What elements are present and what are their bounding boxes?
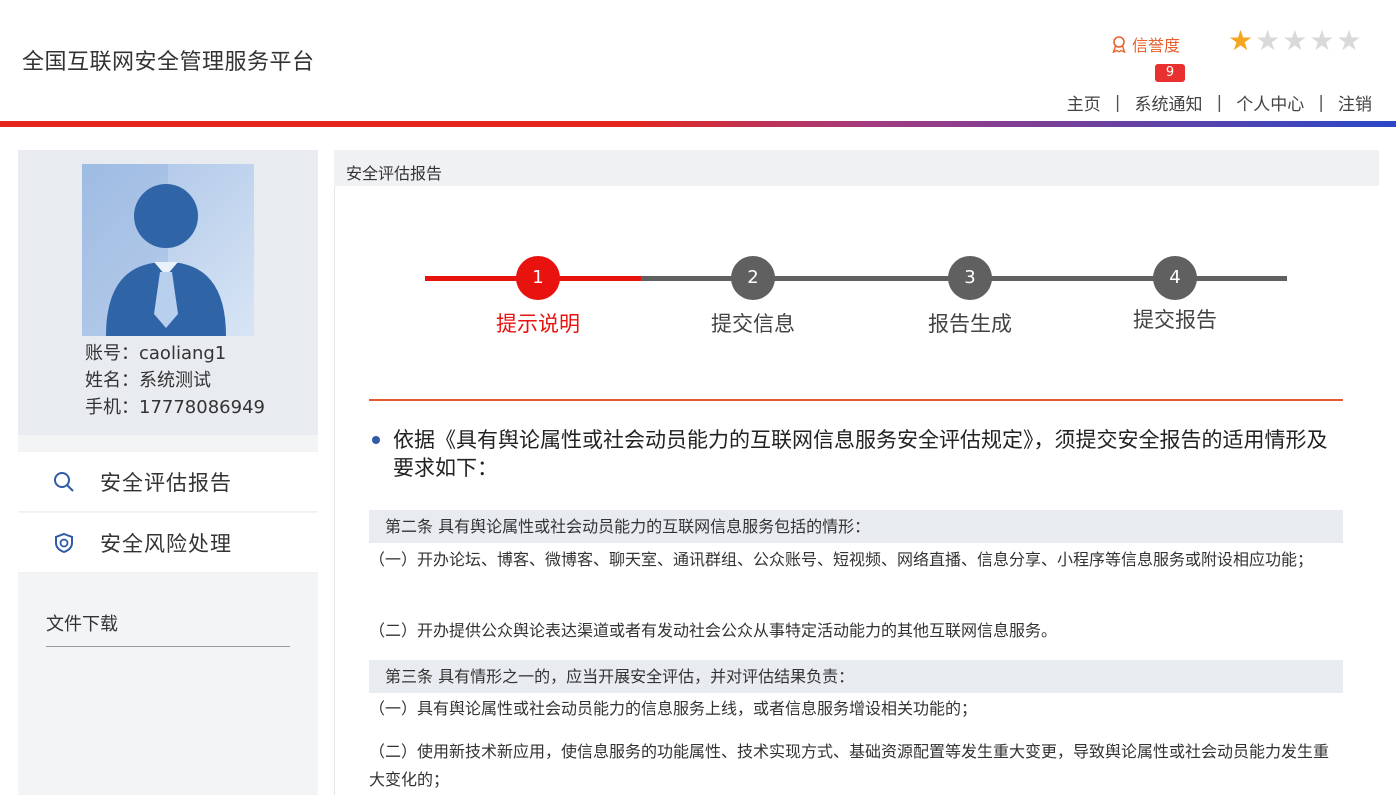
account-text: 账号：caoliang1 (85, 343, 227, 364)
bullet-icon (372, 436, 380, 444)
notification-badge: 9 (1155, 64, 1185, 82)
nav-logout-link[interactable]: 注销 (1338, 90, 1372, 115)
header-gradient-bar (0, 121, 1396, 127)
credit-label: 信誉度 (1132, 36, 1181, 55)
nav-separator: | (1216, 92, 1223, 113)
star-icon: ★ (1336, 24, 1362, 57)
assessment-panel: 1 提示说明 2 提交信息 3 报告生成 4 提交报告 依据《具有舆论属性或社会… (334, 186, 1379, 795)
step-3: 3 报告生成 (910, 256, 1030, 338)
article-2-heading: 第二条 具有舆论属性或社会动员能力的互联网信息服务包括的情形： (369, 510, 1343, 543)
article-2-para-2: （二）开办提供公众舆论表达渠道或者有发动社会公众从事特定活动能力的其他互联网信息… (369, 621, 1058, 640)
article-3-heading: 第三条 具有情形之一的，应当开展安全评估，并对评估结果负责： (369, 660, 1343, 693)
site-title: 全国互联网安全管理服务平台 (22, 50, 315, 75)
sidebar-item-risk-handling[interactable]: 安全风险处理 (18, 513, 318, 573)
article-3-para-1: （一）具有舆论属性或社会动员能力的信息服务上线，或者信息服务增设相关功能的； (369, 699, 978, 718)
award-ribbon-icon (1110, 35, 1128, 54)
star-icon: ★ (1282, 24, 1308, 57)
section-divider (369, 399, 1343, 401)
phone-text: 手机：17778086949 (85, 397, 265, 418)
star-icon: ★ (1309, 24, 1335, 57)
header: 全国互联网安全管理服务平台 信誉度 ★ ★ ★ ★ ★ 9 主页 | 系统通知 | 个人… (0, 0, 1396, 122)
star-icon: ★ (1228, 24, 1254, 57)
panel-title: 安全评估报告 (346, 164, 443, 183)
star-icon: ★ (1255, 24, 1281, 57)
nav-separator: | (1114, 92, 1121, 113)
top-nav: 主页 | 系统通知 | 个人中心 | 注销 (1067, 90, 1372, 116)
user-profile-card: 账号：caoliang1 姓名：系统测试 手机：17778086949 (18, 150, 318, 435)
step-2: 2 提交信息 (693, 256, 813, 338)
name-text: 姓名：系统测试 (85, 370, 211, 391)
intro-text: 依据《具有舆论属性或社会动员能力的互联网信息服务安全评估规定》，须提交安全报告的… (369, 426, 1344, 482)
step-label: 提示说明 (496, 312, 580, 336)
sidebar: 账号：caoliang1 姓名：系统测试 手机：17778086949 安全评估… (18, 150, 318, 795)
profile-info: 账号：caoliang1 姓名：系统测试 手机：17778086949 (85, 340, 265, 421)
step-number: 2 (731, 256, 775, 300)
step-label: 提交报告 (1133, 308, 1217, 332)
avatar (82, 164, 254, 336)
progress-stepper: 1 提示说明 2 提交信息 3 报告生成 4 提交报告 (425, 256, 1287, 336)
nav-separator: | (1318, 92, 1324, 113)
shield-icon (52, 531, 76, 555)
step-1: 1 提示说明 (478, 256, 598, 338)
search-icon (52, 470, 76, 494)
nav-personal-center-link[interactable]: 个人中心 (1236, 90, 1304, 115)
step-label: 报告生成 (928, 312, 1012, 336)
main-content: 安全评估报告 1 提示说明 2 提交信息 3 报告生成 4 提交报告 依据《具有… (334, 150, 1379, 795)
file-downloads-link[interactable]: 文件下载 (46, 610, 290, 647)
step-number: 4 (1153, 256, 1197, 300)
nav-notifications-link[interactable]: 系统通知 (1135, 90, 1203, 115)
sidebar-item-label: 安全评估报告 (100, 470, 232, 495)
step-number: 1 (516, 256, 560, 300)
intro-body: 依据《具有舆论属性或社会动员能力的互联网信息服务安全评估规定》，须提交安全报告的… (393, 428, 1328, 480)
step-4: 4 提交报告 (1115, 256, 1235, 334)
nav-home-link[interactable]: 主页 (1067, 90, 1101, 115)
sidebar-item-security-assessment[interactable]: 安全评估报告 (18, 452, 318, 512)
step-label: 提交信息 (711, 312, 795, 336)
sidebar-item-label: 安全风险处理 (100, 531, 232, 556)
sidebar-menu: 安全评估报告 安全风险处理 (18, 452, 318, 574)
article-3-para-2: （二）使用新技术新应用，使信息服务的功能属性、技术实现方式、基础资源配置等发生重… (369, 742, 1330, 789)
article-2-para-1: （一）开办论坛、博客、微博客、聊天室、通讯群组、公众账号、短视频、网络直播、信息… (369, 550, 1314, 569)
credit-rating[interactable]: 信誉度 (1110, 32, 1180, 56)
credit-stars: ★ ★ ★ ★ ★ (1228, 27, 1362, 55)
step-number: 3 (948, 256, 992, 300)
